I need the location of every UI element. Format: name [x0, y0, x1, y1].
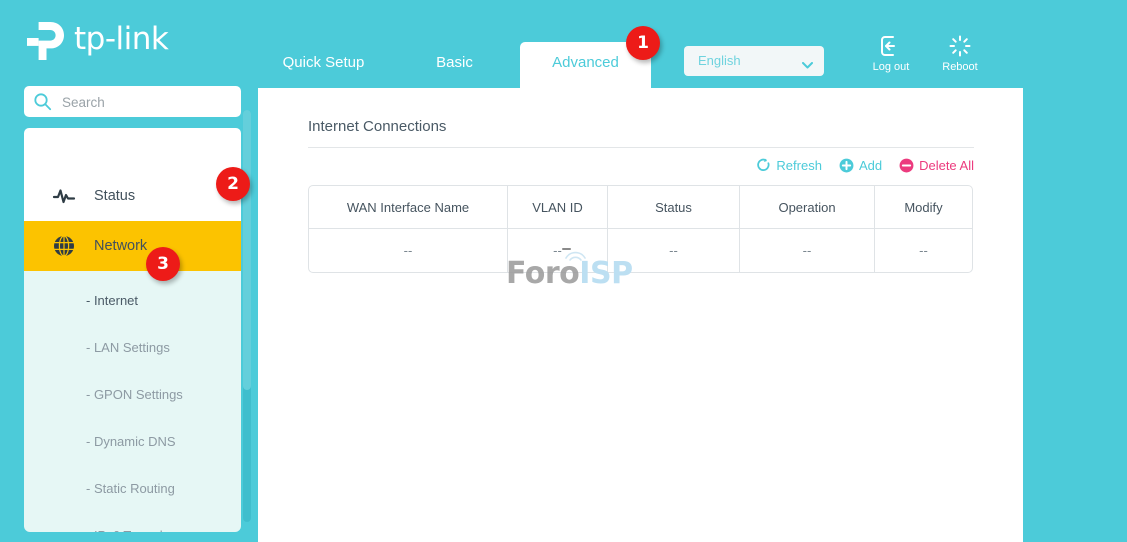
step-badge-1: 1	[626, 26, 660, 60]
sidebar-menu: Status Network - Internet - LAN Settings	[24, 128, 241, 532]
main-content-panel: Internet Connections Refresh Add	[258, 88, 1023, 542]
page-title: Internet Connections	[308, 118, 446, 135]
column-header-wan-interface-name: WAN Interface Name	[308, 185, 508, 229]
logout-button[interactable]: Log out	[859, 34, 923, 73]
column-header-status: Status	[608, 185, 740, 229]
refresh-label: Refresh	[776, 158, 822, 173]
sidebar: Status Network - Internet - LAN Settings	[24, 86, 241, 532]
language-select-value: English	[698, 53, 741, 68]
sidebar-item-network-label: Network	[94, 238, 147, 254]
sidebar-subitem-ipv6-tunnel[interactable]: - IPv6 Tunnel	[24, 512, 241, 532]
logout-icon	[859, 34, 923, 58]
sidebar-subitem-internet[interactable]: - Internet	[24, 277, 241, 324]
delete-all-label: Delete All	[919, 158, 974, 173]
sidebar-subitem-dynamic-dns[interactable]: - Dynamic DNS	[24, 418, 241, 465]
sidebar-item-status[interactable]: Status	[24, 171, 241, 221]
language-select[interactable]: English	[684, 46, 824, 76]
delete-all-button[interactable]: Delete All	[899, 158, 974, 173]
brand-wordmark: tp-link	[74, 24, 168, 58]
reboot-label: Reboot	[942, 61, 977, 73]
tab-basic[interactable]: Basic	[389, 42, 520, 88]
cell-modify: --	[875, 229, 973, 273]
logout-label: Log out	[873, 61, 910, 73]
search-input[interactable]	[60, 86, 236, 119]
refresh-button[interactable]: Refresh	[756, 158, 822, 173]
sidebar-menu-top-spacer	[24, 128, 241, 171]
globe-icon	[52, 234, 76, 258]
column-header-operation: Operation	[740, 185, 875, 229]
column-header-vlan-id: VLAN ID	[508, 185, 608, 229]
cell-wan-interface-name: --	[308, 229, 508, 273]
main-nav-tabs: Quick Setup Basic Advanced	[258, 42, 651, 88]
sidebar-scrollbar-thumb[interactable]	[243, 110, 251, 390]
minus-circle-icon	[899, 158, 914, 173]
tab-quick-setup[interactable]: Quick Setup	[258, 42, 389, 88]
step-badge-3: 3	[146, 247, 180, 281]
reboot-button[interactable]: Reboot	[928, 34, 992, 73]
brand-logo[interactable]: tp-link	[24, 18, 168, 64]
table-toolbar: Refresh Add Delete All	[739, 158, 974, 173]
reboot-icon	[928, 34, 992, 58]
internet-connections-table: WAN Interface Name VLAN ID Status Operat…	[308, 185, 973, 273]
refresh-icon	[756, 158, 771, 173]
sidebar-subitem-lan-settings[interactable]: - LAN Settings	[24, 324, 241, 371]
search-icon	[33, 92, 52, 111]
table-header-row: WAN Interface Name VLAN ID Status Operat…	[308, 185, 973, 229]
sidebar-item-network[interactable]: Network	[24, 221, 241, 271]
activity-pulse-icon	[52, 184, 76, 208]
app-header: tp-link Quick Setup Basic Advanced Engli…	[0, 0, 1127, 88]
cell-vlan-id: --	[508, 229, 608, 273]
add-button[interactable]: Add	[839, 158, 882, 173]
tplink-logo-icon	[24, 20, 70, 62]
chevron-down-icon	[802, 56, 813, 63]
add-label: Add	[859, 158, 882, 173]
sidebar-item-status-label: Status	[94, 188, 135, 204]
sidebar-submenu: - Internet - LAN Settings - GPON Setting…	[24, 271, 241, 532]
table-row[interactable]: -- -- -- -- --	[308, 229, 973, 273]
cell-status: --	[608, 229, 740, 273]
step-badge-2: 2	[216, 167, 250, 201]
title-divider	[308, 147, 974, 148]
column-header-modify: Modify	[875, 185, 973, 229]
search-box[interactable]	[24, 86, 241, 117]
plus-circle-icon	[839, 158, 854, 173]
sidebar-subitem-gpon-settings[interactable]: - GPON Settings	[24, 371, 241, 418]
cell-operation: --	[740, 229, 875, 273]
sidebar-subitem-static-routing[interactable]: - Static Routing	[24, 465, 241, 512]
